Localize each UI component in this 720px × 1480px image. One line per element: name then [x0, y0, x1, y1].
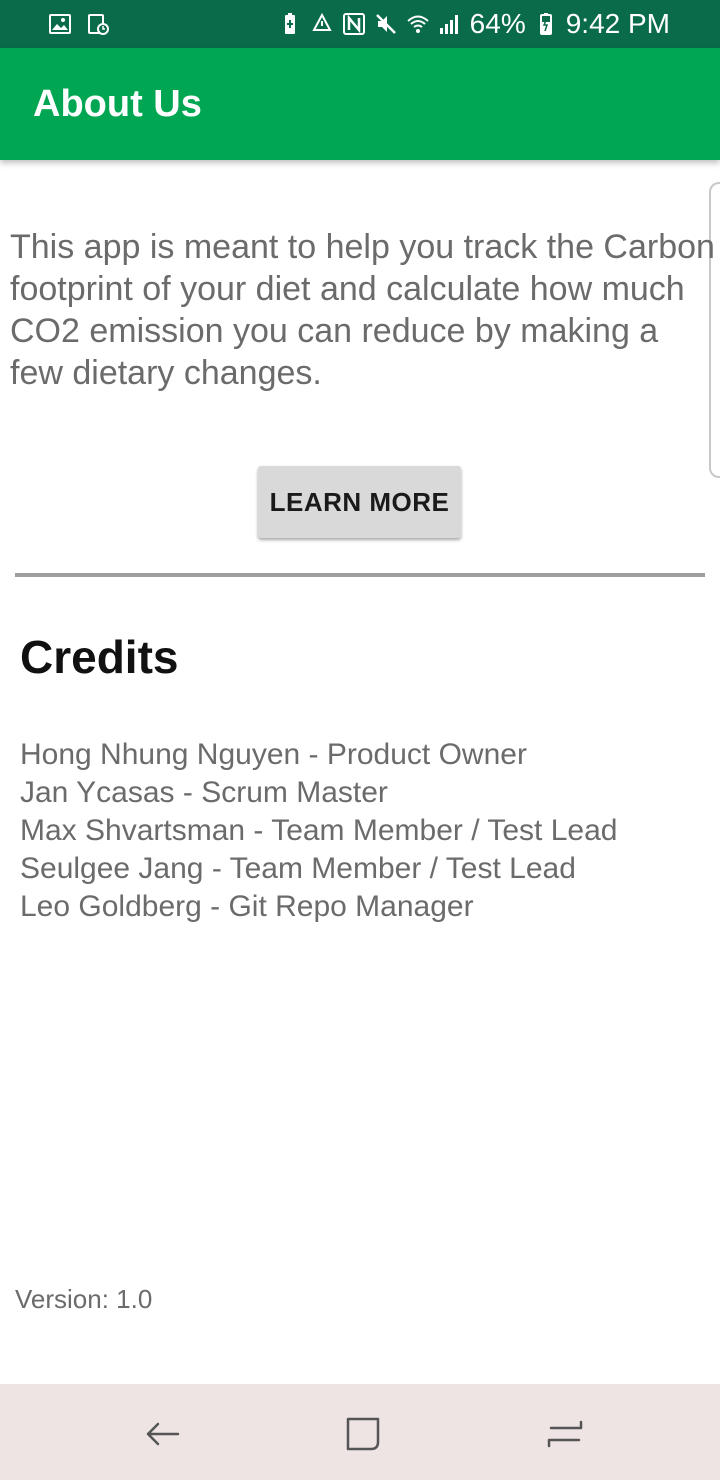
credit-item: Hong Nhung Nguyen - Product Owner: [20, 738, 527, 771]
battery-percent: 64%: [469, 8, 526, 39]
page-title: About Us: [33, 82, 202, 125]
version-label: Version: 1.0: [15, 1284, 153, 1314]
about-description: This app is meant to help you track the …: [10, 228, 715, 392]
status-left: [48, 12, 110, 36]
navigation-bar: [0, 1384, 720, 1480]
status-bar: 64% 9:42 PM: [0, 0, 720, 48]
app-bar: About Us: [0, 48, 720, 160]
credits-heading: Credits: [20, 631, 179, 683]
home-icon[interactable]: [343, 1414, 383, 1454]
nfc-icon: [342, 12, 366, 36]
credit-item: Leo Goldberg - Git Repo Manager: [20, 890, 474, 923]
credits-list: Hong Nhung Nguyen - Product Owner Jan Yc…: [20, 736, 617, 926]
learn-more-button[interactable]: LEARN MORE: [258, 466, 461, 538]
credit-item: Jan Ycasas - Scrum Master: [20, 776, 388, 809]
credit-item: Max Shvartsman - Team Member / Test Lead: [20, 814, 618, 847]
battery-icon: [534, 12, 558, 36]
wifi-icon: [406, 12, 430, 36]
battery-saver-icon: [278, 12, 302, 36]
back-icon[interactable]: [142, 1414, 182, 1454]
recent-apps-icon[interactable]: [545, 1414, 585, 1454]
calendar-icon: [86, 12, 110, 36]
signal-icon: [438, 12, 462, 36]
recycle-icon: [310, 12, 334, 36]
image-icon: [48, 12, 72, 36]
status-right: 64% 9:42 PM: [278, 8, 670, 40]
credit-item: Seulgee Jang - Team Member / Test Lead: [20, 852, 576, 885]
section-divider: [15, 573, 705, 577]
mute-icon: [374, 12, 398, 36]
clock: 9:42 PM: [565, 8, 670, 39]
